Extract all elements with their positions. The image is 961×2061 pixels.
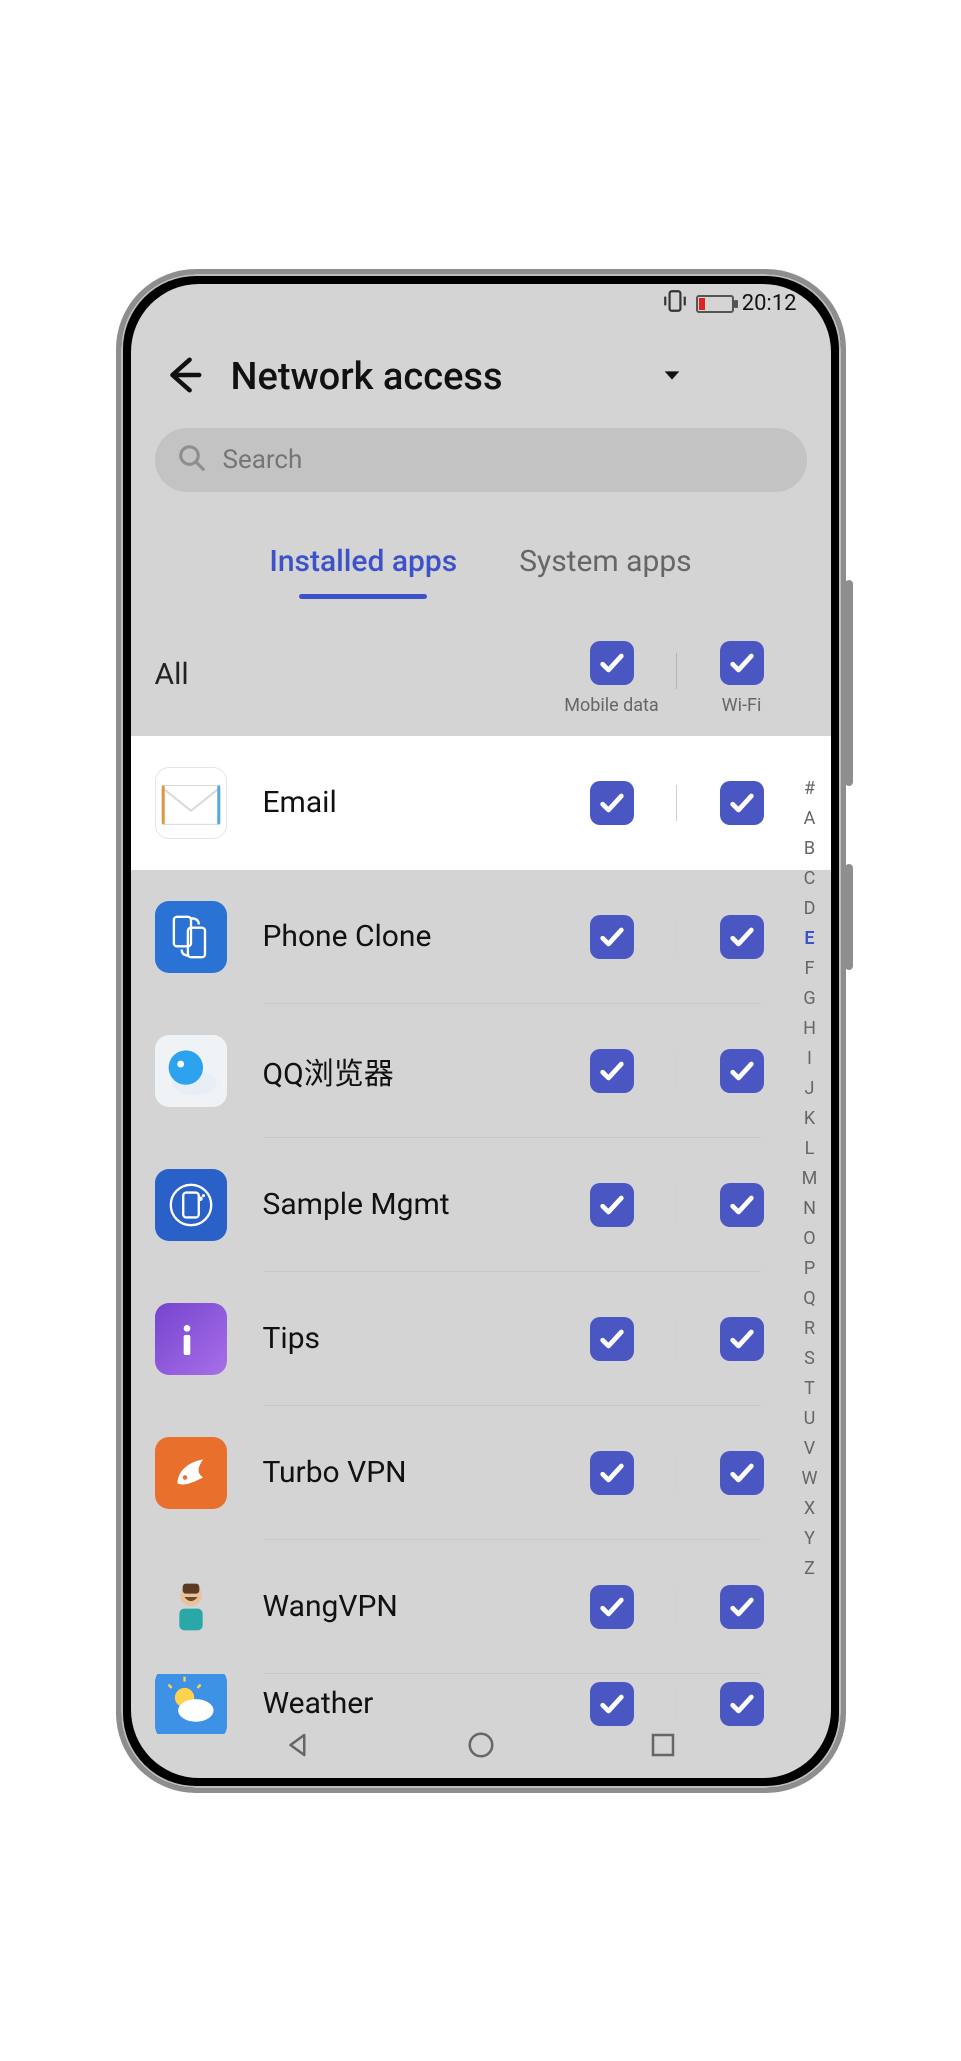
app-row[interactable]: Email	[131, 736, 831, 870]
alpha-letter[interactable]: J	[797, 1078, 823, 1099]
screen: 20:12 Network access	[131, 284, 831, 1778]
alpha-letter[interactable]: Z	[797, 1558, 823, 1579]
app-name: Turbo VPN	[227, 1455, 547, 1490]
alpha-letter[interactable]: H	[797, 1018, 823, 1039]
search-input[interactable]	[221, 444, 785, 476]
alpha-letter[interactable]: S	[797, 1348, 823, 1369]
alpha-letter[interactable]: N	[797, 1198, 823, 1219]
wifi-checkbox[interactable]	[720, 1317, 764, 1361]
mobile-checkbox[interactable]	[590, 1585, 634, 1629]
alpha-letter[interactable]: T	[797, 1378, 823, 1399]
tab-installed-apps[interactable]: Installed apps	[265, 534, 461, 589]
page-header: Network access	[131, 324, 831, 418]
app-name: Tips	[227, 1321, 547, 1356]
alpha-letter[interactable]: A	[797, 808, 823, 829]
app-name: Phone Clone	[227, 919, 547, 954]
wifi-checkbox[interactable]	[720, 1585, 764, 1629]
alpha-letter[interactable]: W	[797, 1468, 823, 1489]
app-icon	[155, 1437, 227, 1509]
app-row[interactable]: WangVPN	[131, 1540, 831, 1674]
app-name: QQ浏览器	[227, 1049, 547, 1093]
app-row[interactable]: Turbo VPN	[131, 1406, 831, 1540]
app-row[interactable]: Sample Mgmt	[131, 1138, 831, 1272]
alpha-letter[interactable]: M	[797, 1168, 823, 1189]
app-name: WangVPN	[227, 1589, 547, 1624]
alpha-letter[interactable]: F	[797, 958, 823, 979]
app-list[interactable]: Email Phone Clone QQ浏览器 Sample Mgmt Tips Turb…	[131, 736, 831, 1734]
alpha-letter[interactable]: U	[797, 1408, 823, 1429]
tab-system-apps[interactable]: System apps	[515, 534, 695, 589]
mobile-checkbox[interactable]	[590, 1049, 634, 1093]
app-name: Sample Mgmt	[227, 1187, 547, 1222]
wifi-checkbox[interactable]	[720, 1451, 764, 1495]
vibrate-icon	[662, 288, 688, 320]
all-mobile-checkbox[interactable]	[590, 641, 634, 685]
mobile-checkbox[interactable]	[590, 1317, 634, 1361]
alpha-letter[interactable]: O	[797, 1228, 823, 1249]
alpha-letter[interactable]: C	[797, 868, 823, 889]
alpha-letter[interactable]: R	[797, 1318, 823, 1339]
system-nav-bar	[131, 1716, 831, 1778]
app-icon	[155, 1035, 227, 1107]
mobile-checkbox[interactable]	[590, 1183, 634, 1227]
all-label: All	[155, 657, 547, 716]
status-time: 20:12	[742, 291, 797, 316]
page-title: Network access	[231, 355, 503, 399]
alpha-letter[interactable]: I	[797, 1048, 823, 1069]
app-row[interactable]: QQ浏览器	[131, 1004, 831, 1138]
app-icon	[155, 1303, 227, 1375]
power-button	[845, 864, 853, 970]
alpha-letter[interactable]: V	[797, 1438, 823, 1459]
wifi-checkbox[interactable]	[720, 915, 764, 959]
nav-home-button[interactable]	[466, 1730, 496, 1764]
app-icon	[155, 1169, 227, 1241]
battery-low-icon	[696, 295, 734, 313]
alpha-letter[interactable]: K	[797, 1108, 823, 1129]
nav-recent-button[interactable]	[648, 1730, 678, 1764]
tabs: Installed apps System apps	[131, 500, 831, 595]
app-row[interactable]: Phone Clone	[131, 870, 831, 1004]
search-icon	[177, 443, 207, 477]
alpha-letter[interactable]: Q	[797, 1288, 823, 1309]
alpha-letter[interactable]: Y	[797, 1528, 823, 1549]
mobile-checkbox[interactable]	[590, 1451, 634, 1495]
mobile-checkbox[interactable]	[590, 915, 634, 959]
status-bar: 20:12	[131, 284, 831, 324]
wifi-checkbox[interactable]	[720, 1049, 764, 1093]
mobile-checkbox[interactable]	[590, 781, 634, 825]
back-button[interactable]	[159, 352, 205, 402]
search-bar[interactable]	[155, 428, 807, 492]
alpha-letter[interactable]: D	[797, 898, 823, 919]
alpha-letter[interactable]: #	[797, 778, 823, 799]
nav-back-button[interactable]	[283, 1730, 313, 1764]
mobile-data-label: Mobile data	[564, 695, 658, 716]
alpha-letter[interactable]: G	[797, 988, 823, 1009]
app-icon	[155, 767, 227, 839]
alpha-letter[interactable]: P	[797, 1258, 823, 1279]
app-row[interactable]: Tips	[131, 1272, 831, 1406]
wifi-label: Wi-Fi	[722, 695, 762, 716]
alpha-letter[interactable]: E	[797, 928, 823, 949]
all-wifi-checkbox[interactable]	[720, 641, 764, 685]
app-name: Email	[227, 785, 547, 820]
app-icon	[155, 901, 227, 973]
alpha-letter[interactable]: L	[797, 1138, 823, 1159]
wifi-checkbox[interactable]	[720, 1183, 764, 1227]
alpha-letter[interactable]: B	[797, 838, 823, 859]
alpha-index[interactable]: # ABCDEFGHIJKLMNOPQRSTUVWXYZ	[797, 778, 823, 1579]
wifi-checkbox[interactable]	[720, 781, 764, 825]
app-icon	[155, 1571, 227, 1643]
column-headers: All Mobile data Wi-Fi	[131, 595, 831, 736]
filter-dropdown[interactable]	[661, 364, 683, 390]
volume-rocker	[845, 580, 853, 786]
phone-frame: 20:12 Network access	[116, 269, 846, 1793]
alpha-letter[interactable]: X	[797, 1498, 823, 1519]
